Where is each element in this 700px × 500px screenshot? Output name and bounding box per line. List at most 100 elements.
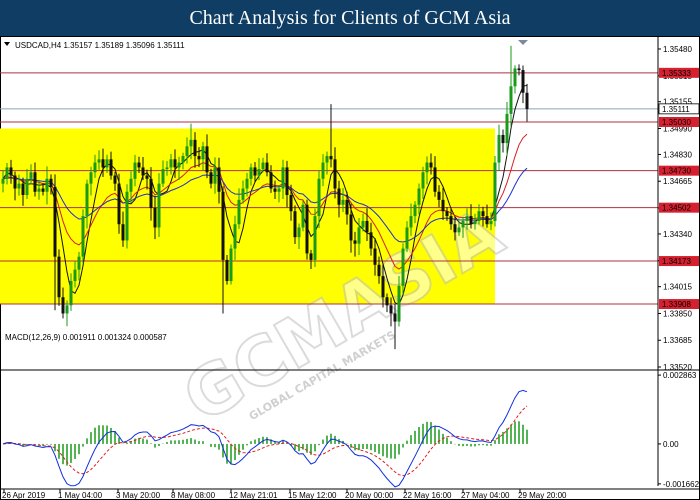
- candle-body: [325, 156, 329, 163]
- candle-body: [401, 248, 405, 286]
- candle-body: [481, 211, 485, 217]
- candle-body: [449, 216, 453, 225]
- candle-body: [445, 211, 449, 217]
- candle-body: [185, 146, 189, 157]
- candle-body: [365, 220, 369, 233]
- time-tick-label: 26 Apr 2019: [2, 491, 46, 500]
- candle-body: [433, 167, 437, 192]
- level-price-label: 1.34173: [662, 257, 691, 266]
- candle-body: [157, 183, 161, 228]
- candle-body: [373, 248, 377, 265]
- candle-body: [149, 178, 153, 208]
- candle-body: [301, 204, 305, 228]
- candle-body: [229, 248, 233, 282]
- candle-body: [141, 167, 145, 176]
- candle-body: [485, 216, 489, 225]
- candle-body: [465, 216, 469, 221]
- candle-body: [285, 167, 289, 196]
- candle-body: [181, 156, 185, 163]
- level-price-label: 1.33908: [662, 300, 691, 309]
- candle-body: [145, 175, 149, 179]
- candle-body: [333, 159, 337, 189]
- candle-body: [17, 183, 21, 189]
- price-chart[interactable]: GCMASIA GLOBAL CAPITAL MARKETS 1.354801.…: [0, 36, 700, 500]
- candle: [81, 209, 85, 264]
- page-title: Chart Analysis for Clients of GCM Asia: [0, 0, 700, 36]
- candle: [305, 199, 309, 260]
- candle-body: [29, 172, 33, 179]
- candle-body: [241, 188, 245, 200]
- candle-body: [525, 92, 529, 110]
- candle-body: [73, 269, 77, 282]
- candle-body: [129, 178, 133, 192]
- candle-body: [353, 240, 357, 244]
- candle-body: [161, 169, 165, 184]
- candle-body: [245, 178, 249, 189]
- candle-body: [225, 259, 229, 282]
- time-tick-label: 1 May 04:00: [58, 491, 103, 500]
- candle-body: [233, 224, 237, 249]
- candle-body: [281, 167, 285, 189]
- candle-body: [461, 220, 465, 228]
- candle-body: [113, 175, 117, 184]
- price-tick-label: 1.34830: [663, 150, 692, 159]
- candle-body: [33, 172, 37, 192]
- candle-body: [41, 188, 45, 192]
- candle-body: [165, 167, 169, 170]
- candle-body: [177, 162, 181, 168]
- candle: [493, 155, 497, 227]
- price-tick-label: 1.33685: [663, 336, 692, 345]
- candle-body: [1, 178, 5, 184]
- candle-body: [193, 139, 197, 157]
- macd-tick-label: -0.001662: [663, 480, 700, 489]
- candle-body: [117, 183, 121, 225]
- candle-body: [261, 162, 265, 170]
- price-tick-label: 1.34015: [663, 283, 692, 292]
- macd-header: MACD(12,26,9) 0.001911 0.001324 0.000587: [5, 333, 167, 342]
- candle-body: [493, 162, 497, 221]
- candle-body: [345, 199, 349, 215]
- candle-body: [57, 256, 61, 298]
- candle-body: [61, 297, 65, 314]
- candle-body: [469, 216, 473, 225]
- candle-body: [473, 220, 477, 225]
- candle-body: [65, 305, 69, 314]
- candle-body: [37, 188, 41, 192]
- candle-body: [501, 134, 505, 144]
- level-price-label: 1.34730: [662, 167, 691, 176]
- candle-body: [409, 216, 413, 228]
- symbol-header: USDCAD,H4 1.35157 1.35189 1.35096 1.3511…: [15, 41, 185, 50]
- time-tick-label: 29 May 20:00: [518, 491, 567, 500]
- time-tick-label: 15 May 12:00: [288, 491, 337, 500]
- candle-body: [81, 216, 85, 257]
- level-price-label: 1.35333: [662, 69, 691, 78]
- candle-body: [101, 159, 105, 168]
- candle-body: [273, 188, 277, 192]
- candle-body: [297, 227, 301, 238]
- candle-body: [517, 68, 521, 71]
- candle-body: [85, 183, 89, 217]
- candle-body: [453, 224, 457, 233]
- candle-body: [361, 220, 365, 228]
- level-price-label: 1.35030: [662, 118, 691, 127]
- candle-body: [293, 211, 297, 238]
- candle-body: [313, 216, 317, 260]
- candle-body: [249, 167, 253, 179]
- candle-body: [169, 159, 173, 168]
- time-tick-label: 27 May 04:00: [461, 491, 510, 500]
- candle-body: [213, 167, 217, 184]
- price-tick-label: 1.33850: [663, 309, 692, 318]
- candle-body: [121, 224, 125, 241]
- candle-body: [277, 188, 281, 192]
- candle-body: [69, 281, 73, 306]
- candle-body: [217, 167, 221, 192]
- candle-body: [269, 172, 273, 189]
- candle-body: [489, 220, 493, 225]
- candle-body: [237, 199, 241, 225]
- candle-body: [289, 195, 293, 212]
- candle-body: [425, 162, 429, 173]
- candle-body: [21, 183, 25, 196]
- time-tick-label: 22 May 16:00: [403, 491, 452, 500]
- candle-body: [137, 162, 141, 168]
- candle-body: [133, 162, 137, 179]
